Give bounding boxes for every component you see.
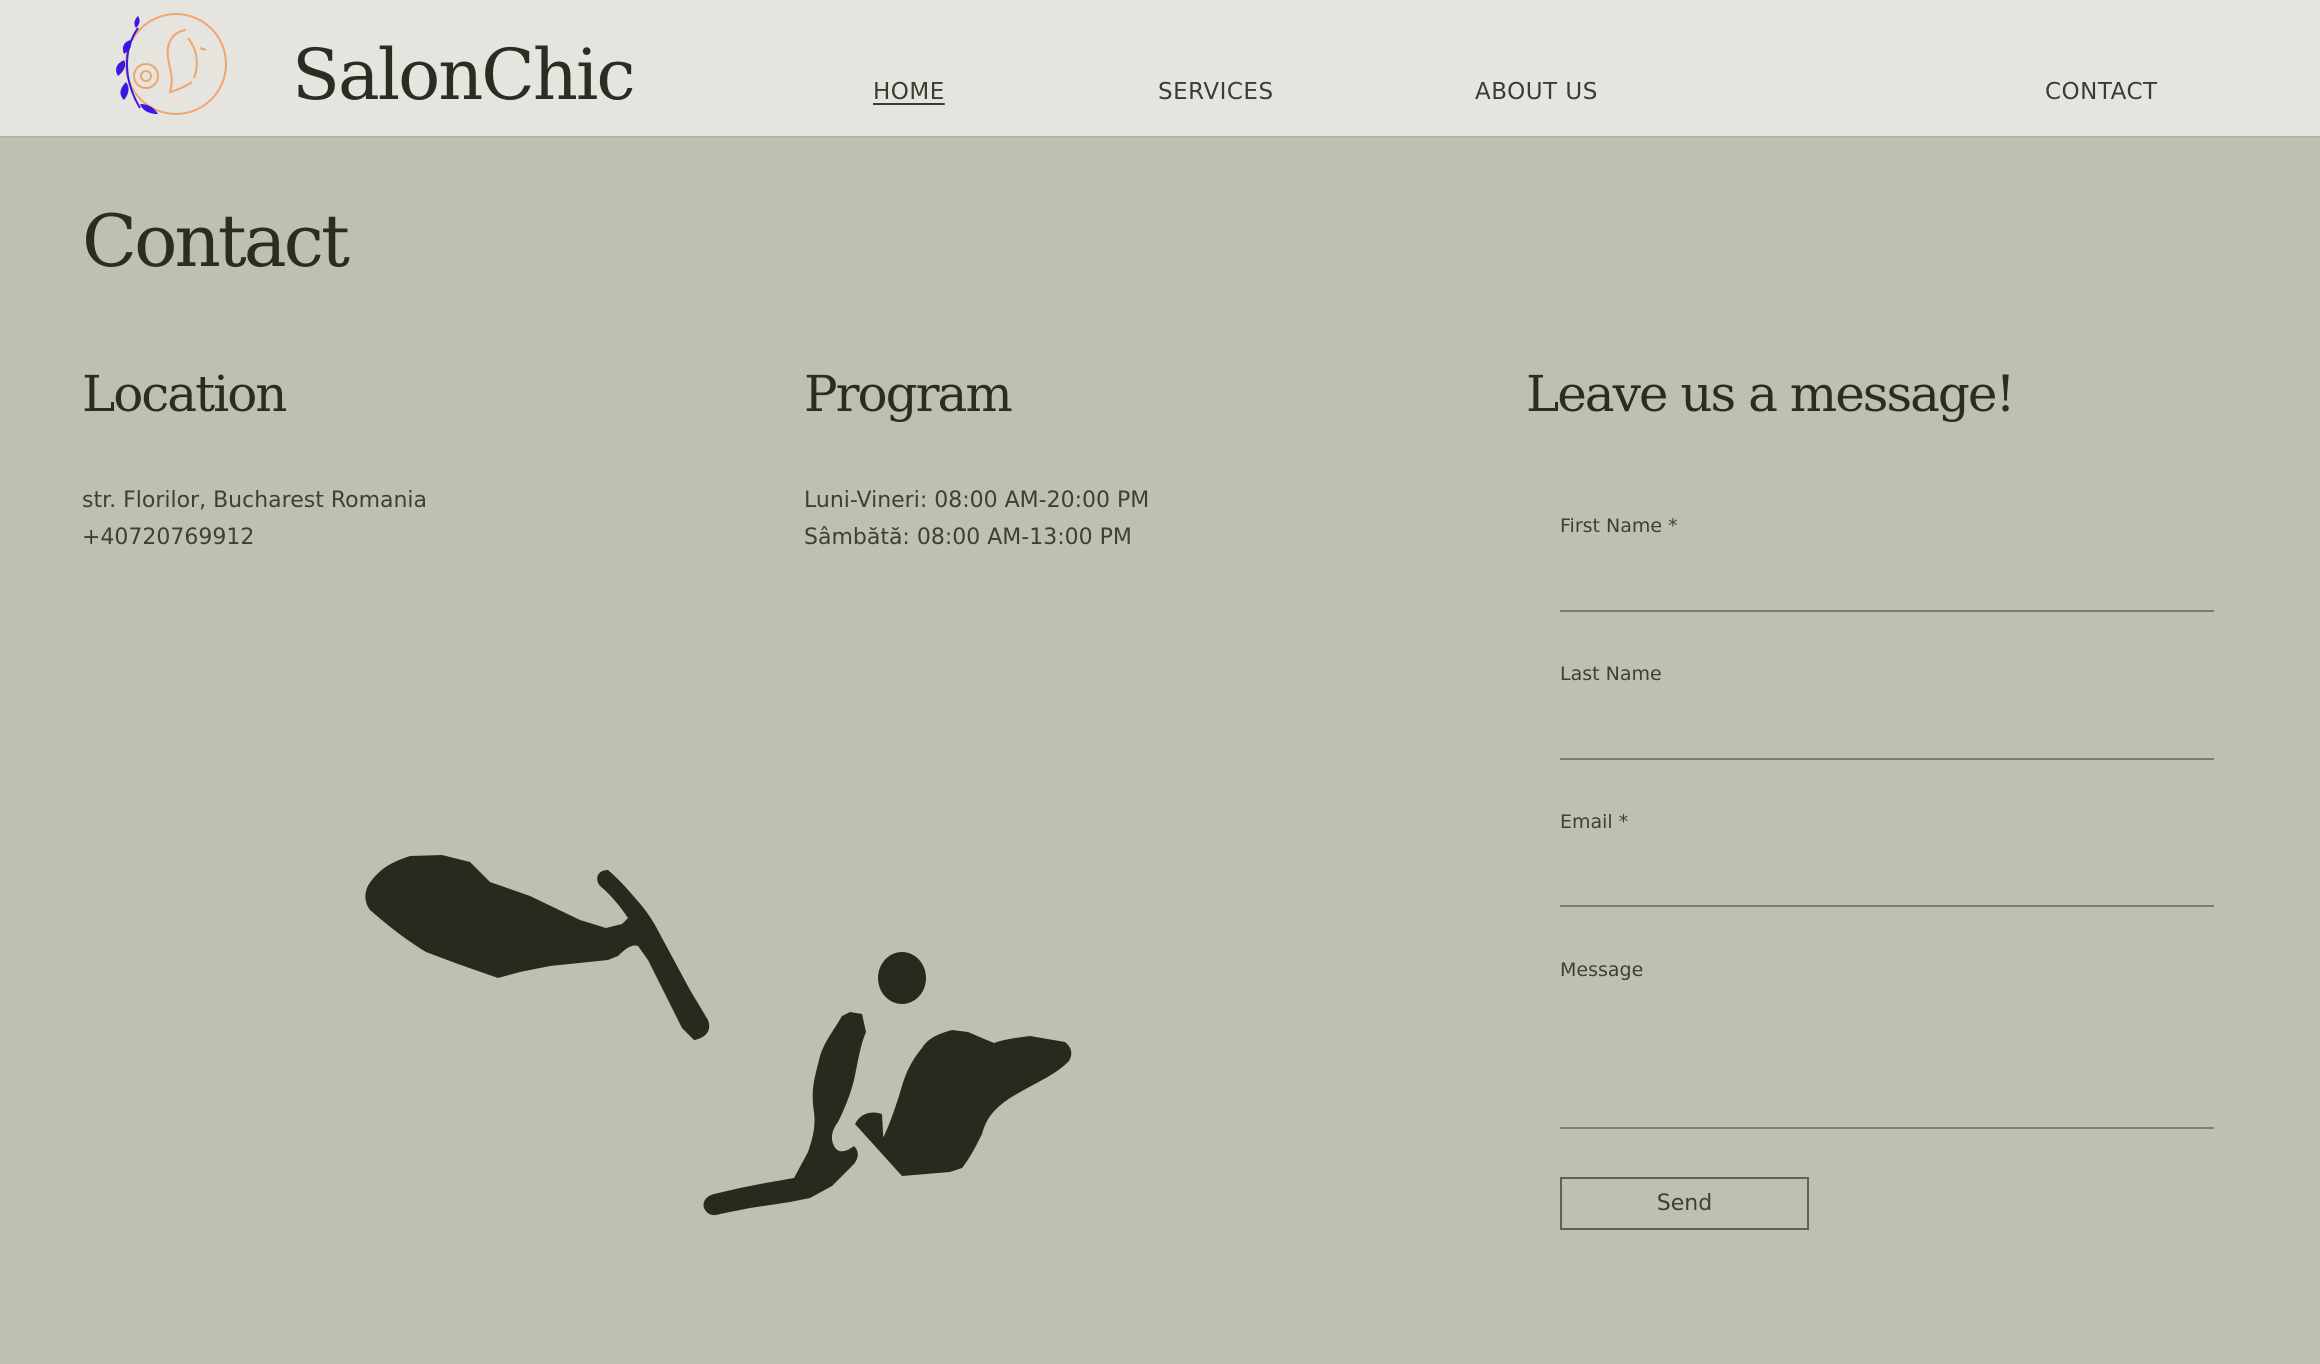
email-underline [1560, 905, 2214, 907]
email-field[interactable]: Email * [1560, 810, 2214, 907]
site-header: SalonChic HOME SERVICES ABOUT US CONTACT [0, 0, 2320, 138]
address-text: str. Florilor, Bucharest Romania [82, 488, 428, 513]
nav-about-link[interactable]: ABOUT US [1475, 78, 1598, 106]
last-name-label: Last Name [1560, 663, 1662, 685]
saturday-hours: Sâmbătă: 08:00 AM-13:00 PM [804, 525, 1132, 550]
page-title: Contact [82, 199, 350, 283]
email-label: Email * [1560, 811, 1629, 833]
program-heading: Program [804, 365, 1013, 423]
salon-logo-icon[interactable] [100, 8, 236, 124]
first-name-label: First Name * [1560, 515, 1678, 537]
location-info: str. Florilor, Bucharest Romania +407207… [82, 482, 427, 556]
message-label: Message [1560, 959, 1644, 981]
nav-home-link[interactable]: HOME [873, 78, 945, 106]
nav-contact-link[interactable]: CONTACT [2045, 78, 2158, 106]
first-name-underline [1560, 610, 2214, 612]
message-field[interactable]: Message [1560, 958, 2214, 1129]
location-heading: Location [82, 365, 288, 423]
message-underline [1560, 1127, 2214, 1129]
brand-name[interactable]: SalonChic [292, 30, 636, 120]
first-name-field[interactable]: First Name * [1560, 514, 2214, 612]
last-name-underline [1560, 758, 2214, 760]
last-name-field[interactable]: Last Name [1560, 662, 2214, 760]
weekday-hours: Luni-Vineri: 08:00 AM-20:00 PM [804, 488, 1150, 513]
nav-services-link[interactable]: SERVICES [1158, 78, 1274, 106]
send-button[interactable]: Send [1560, 1177, 1809, 1230]
program-info: Luni-Vineri: 08:00 AM-20:00 PM Sâmbătă: … [804, 482, 1149, 556]
message-heading: Leave us a message! [1526, 365, 2016, 423]
leaf-branch-illustration-icon [365, 855, 1072, 1216]
phone-text: +40720769912 [82, 525, 255, 550]
